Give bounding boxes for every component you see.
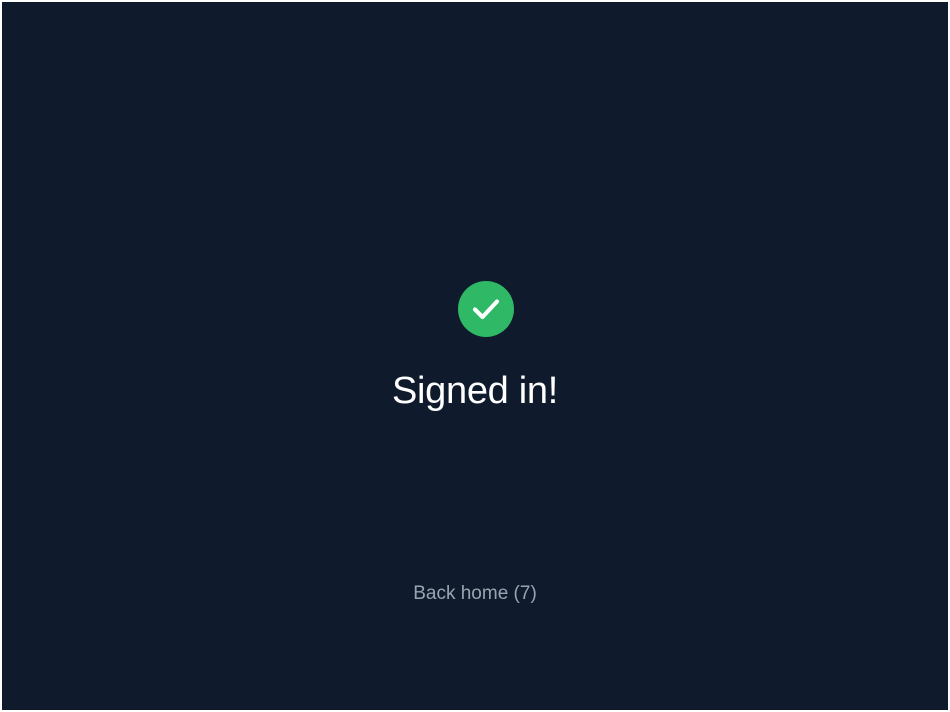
page-title: Signed in! xyxy=(391,370,558,412)
check-circle-icon xyxy=(458,281,514,337)
back-home-link[interactable]: Back home (7) xyxy=(2,582,948,606)
checkmark-icon xyxy=(472,299,500,320)
signin-success-screen: Signed in! Back home (7) xyxy=(2,2,948,710)
